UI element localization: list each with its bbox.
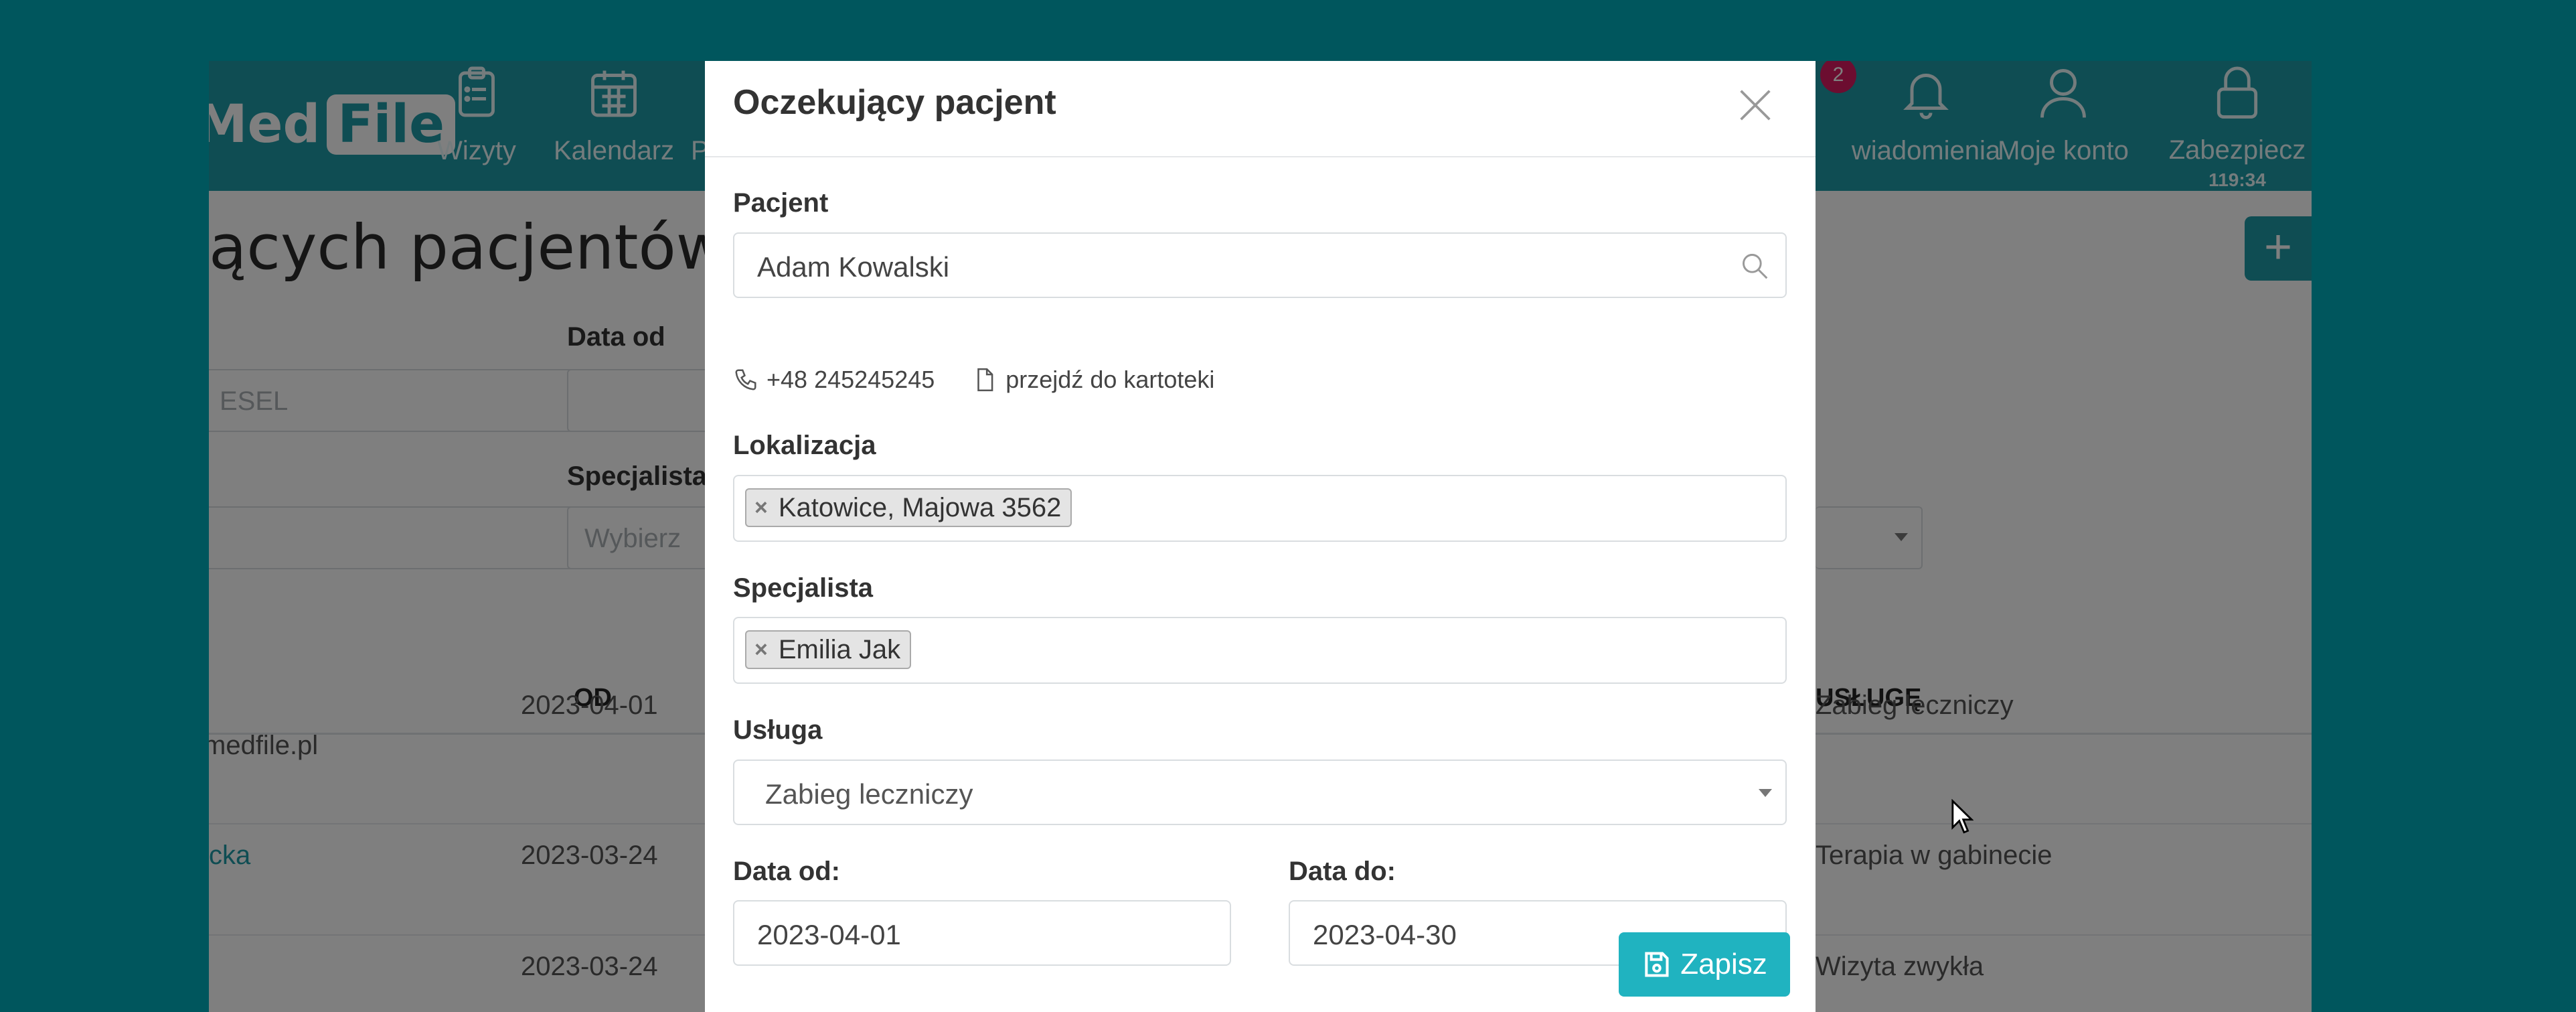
date-from-input[interactable]: 2023-04-01: [733, 900, 1231, 966]
service-select[interactable]: Zabieg leczniczy: [733, 760, 1787, 825]
nav-item-calendar[interactable]: Kalendarz: [537, 61, 691, 191]
mouse-cursor-icon: [1951, 799, 1974, 834]
modal-header: Oczekujący pacjent: [705, 61, 1816, 157]
patient-meta: +48 245245245 przejdź do kartoteki: [733, 360, 1252, 400]
chevron-down-icon: [1759, 789, 1772, 797]
save-button[interactable]: Zapisz: [1619, 932, 1790, 997]
lock-icon: [2217, 66, 2258, 119]
date-to-label: Data do:: [1289, 857, 1396, 886]
filter-date-from-label: Data od: [567, 322, 665, 352]
modal-title: Oczekujący pacjent: [733, 83, 1056, 122]
location-multiselect[interactable]: × Katowice, Majowa 3562: [733, 475, 1787, 542]
date-from-label: Data od:: [733, 857, 840, 886]
session-timer: 119:34: [2208, 169, 2266, 190]
file-icon: [977, 368, 993, 392]
bell-icon: [1903, 74, 1949, 119]
chevron-down-icon: [1895, 533, 1908, 541]
location-chip[interactable]: × Katowice, Majowa 3562: [745, 488, 1072, 527]
add-waiting-patient-button[interactable]: +: [2245, 216, 2312, 281]
clipboard-list-icon: [459, 66, 495, 117]
location-label: Lokalizacja: [733, 431, 876, 460]
nav-item-security[interactable]: Zabezpiecz 119:34: [2157, 61, 2312, 191]
waiting-patient-modal: Oczekujący pacjent Pacjent Adam Kowalski…: [705, 61, 1816, 1012]
nav-item-my-account[interactable]: Moje konto: [1983, 61, 2144, 191]
specialist-chip[interactable]: × Emilia Jak: [745, 630, 912, 669]
page-title: ących pacjentów: [209, 212, 726, 283]
phone-icon: [735, 369, 756, 390]
remove-chip-icon[interactable]: ×: [754, 495, 768, 521]
patient-search-input[interactable]: Adam Kowalski: [733, 232, 1787, 298]
filter-service-select[interactable]: [1816, 506, 1923, 569]
service-label: Usługa: [733, 715, 823, 745]
close-icon[interactable]: [1734, 84, 1777, 127]
nav-item-visits[interactable]: Wizyty: [423, 61, 530, 191]
save-icon: [1645, 952, 1669, 977]
patient-phone[interactable]: +48 245245245: [733, 366, 935, 394]
user-icon: [2040, 69, 2086, 118]
specialist-label: Specjalista: [733, 573, 874, 603]
remove-chip-icon[interactable]: ×: [754, 637, 768, 663]
calendar-icon: [591, 70, 637, 117]
patient-record-link[interactable]: przejdź do kartoteki: [972, 366, 1214, 394]
patient-label: Pacjent: [733, 188, 829, 218]
filter-specialist-label: Specjalista: [567, 461, 708, 491]
medfile-logo[interactable]: Med File: [209, 81, 456, 168]
search-icon[interactable]: [1740, 251, 1769, 281]
specialist-multiselect[interactable]: × Emilia Jak: [733, 617, 1787, 684]
